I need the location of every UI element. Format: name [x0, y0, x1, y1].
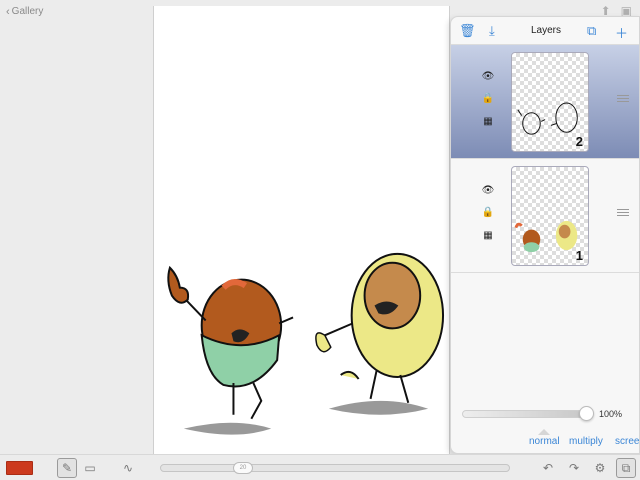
- layer-number: 2: [575, 134, 583, 149]
- bottom-toolbar: ✎ ▭ ∿ 20 ↶ ↷ ⚙ ⧉: [0, 454, 640, 480]
- layer-number: 1: [575, 248, 583, 263]
- layer-thumbnail: 1: [511, 166, 589, 266]
- painting-artwork: [167, 252, 445, 435]
- left-character-legs: [232, 382, 263, 420]
- drag-handle-icon[interactable]: [617, 95, 629, 102]
- settings-icon[interactable]: ⚙: [590, 458, 610, 478]
- right-shadow: [328, 400, 429, 415]
- left-character-hand: [167, 265, 190, 304]
- alpha-lock-icon[interactable]: ▦: [481, 230, 495, 241]
- smudge-icon[interactable]: ∿: [118, 458, 138, 478]
- layer-row-1[interactable]: 👁 🔒 ▦ 1: [451, 159, 639, 273]
- left-shadow: [183, 422, 272, 435]
- opacity-slider[interactable]: 100%: [462, 406, 632, 422]
- brush-size-knob[interactable]: 20: [233, 462, 253, 474]
- drag-handle-icon[interactable]: [617, 209, 629, 216]
- painting-canvas[interactable]: [153, 6, 450, 454]
- blend-multiply[interactable]: multiply: [569, 436, 603, 447]
- layers-panel-header: 🗑 ⤓ Layers ⧉ ＋: [451, 17, 639, 45]
- opacity-value: 100%: [599, 409, 623, 419]
- layers-panel: 🗑 ⤓ Layers ⧉ ＋ 👁 🔒 ▦ 2 👁 🔒 ▦ 1 100% norm…: [450, 16, 640, 454]
- layer-row-2[interactable]: 👁 🔒 ▦ 2: [451, 45, 639, 159]
- blend-screen[interactable]: scree: [615, 436, 639, 447]
- pencil-icon[interactable]: ✎: [57, 458, 77, 478]
- opacity-track[interactable]: [462, 410, 586, 418]
- blend-normal[interactable]: normal: [529, 436, 560, 447]
- layers-title: Layers: [530, 25, 561, 36]
- color-swatch[interactable]: [6, 461, 33, 475]
- eraser-icon[interactable]: ▭: [80, 458, 100, 478]
- lock-icon[interactable]: 🔒: [481, 93, 495, 104]
- duplicate-icon[interactable]: ⧉: [587, 23, 596, 39]
- redo-icon[interactable]: ↷: [564, 458, 584, 478]
- alpha-lock-icon[interactable]: ▦: [481, 116, 495, 127]
- blend-caret-icon: [538, 429, 550, 435]
- right-tools: ↶ ↷ ⚙ ⧉: [538, 458, 636, 478]
- add-icon[interactable]: ＋: [615, 23, 628, 42]
- eye-icon[interactable]: 👁: [481, 185, 495, 196]
- brush-size-slider[interactable]: 20: [160, 462, 510, 474]
- lock-icon[interactable]: 🔒: [481, 207, 495, 218]
- right-character-arm: [324, 322, 354, 337]
- layer-thumbnail: 2: [511, 52, 589, 152]
- eye-icon[interactable]: 👁: [481, 71, 495, 82]
- right-foot: [340, 370, 360, 380]
- opacity-knob[interactable]: [579, 406, 594, 421]
- right-character-hand: [315, 332, 332, 353]
- undo-icon[interactable]: ↶: [538, 458, 558, 478]
- blend-mode-tabs: normal multiply scree: [451, 436, 639, 452]
- layers-icon[interactable]: ⧉: [616, 458, 636, 478]
- right-character-face: [363, 261, 422, 330]
